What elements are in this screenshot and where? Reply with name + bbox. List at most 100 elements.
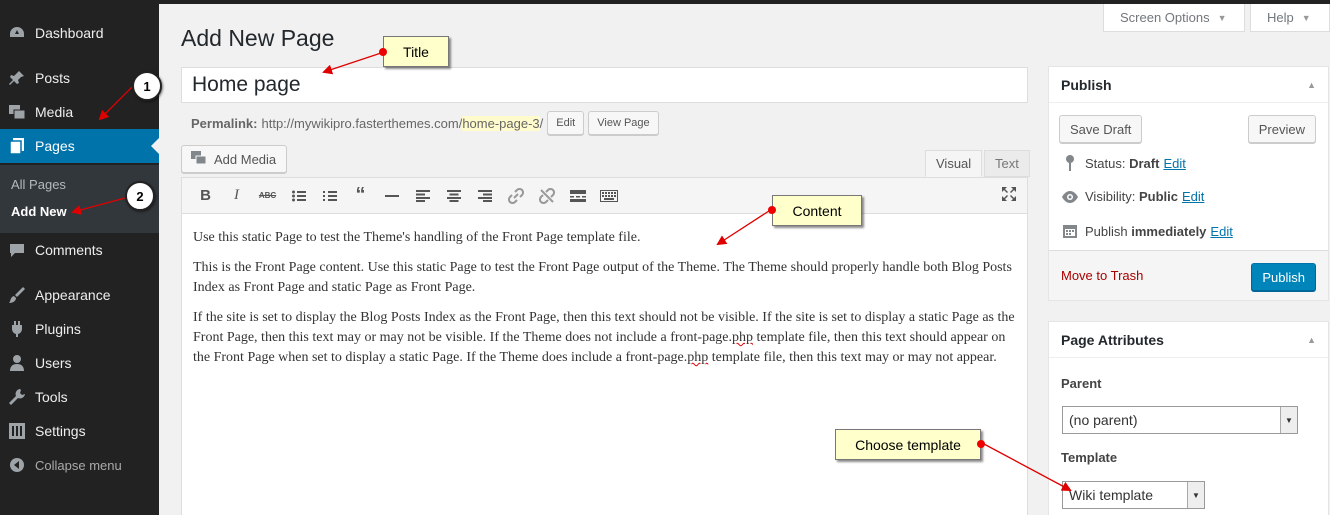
callout-label: Content [792,202,842,219]
blockquote-icon[interactable]: “ [345,182,376,210]
user-icon [8,354,26,372]
fullscreen-icon[interactable] [1001,186,1017,206]
align-left-icon[interactable] [407,182,438,210]
align-right-icon[interactable] [469,182,500,210]
brush-icon [8,286,26,304]
callout-title: Title [379,36,449,67]
sidebar-item-comments[interactable]: Comments [0,233,159,267]
sidebar-item-label: Posts [35,70,71,86]
tab-visual[interactable]: Visual [925,150,983,177]
add-media-label: Add Media [214,151,277,167]
help-button[interactable]: Help ▼ [1250,4,1330,32]
plugin-icon [8,320,26,338]
read-more-icon[interactable] [562,182,593,210]
sidebar-item-plugins[interactable]: Plugins [0,312,159,346]
move-to-trash-link[interactable]: Move to Trash [1061,268,1143,283]
callout-content: Content [768,195,862,226]
sidebar-item-label: Media [35,104,74,120]
numbered-list-icon[interactable] [314,182,345,210]
schedule-row: Publish immediately Edit [1061,223,1233,239]
sidebar-item-appearance[interactable]: Appearance [0,278,159,312]
parent-select[interactable]: (no parent) ▼ [1062,406,1298,434]
wrench-icon [8,388,26,406]
sidebar-item-label: Pages [35,138,75,154]
template-label: Template [1061,450,1118,465]
chevron-down-icon: ▼ [1187,482,1204,508]
paragraph-text: template file, then this text may or may… [708,350,997,365]
permalink-edit-button[interactable]: Edit [547,111,585,135]
content-paragraph-2: This is the Front Page content. Use this… [193,260,1012,295]
help-label: Help [1267,10,1294,25]
publish-box-title: Publish [1061,76,1112,93]
status-label: Status: [1085,155,1126,171]
visibility-value: Public [1138,189,1178,204]
sidebar-item-users[interactable]: Users [0,346,159,380]
unlink-icon[interactable] [531,182,562,210]
sidebar-item-dashboard[interactable]: Dashboard [0,16,159,50]
schedule-label: Publish [1085,223,1128,239]
link-icon[interactable] [500,182,531,210]
save-draft-button[interactable]: Save Draft [1059,115,1143,143]
visibility-edit-link[interactable]: Edit [1182,189,1204,204]
media-icon [8,103,26,121]
callout-label: Choose template [855,436,961,453]
parent-label: Parent [1061,376,1102,391]
collapse-toggle-icon[interactable]: ▲ [1307,335,1316,345]
sidebar-item-label: Plugins [35,321,81,337]
bold-icon[interactable]: B [190,182,221,210]
sidebar-item-label: Appearance [35,287,111,303]
visibility-row: Visibility: Public Edit [1061,189,1204,204]
collapse-icon [8,456,26,474]
calendar-icon [1061,223,1079,239]
sidebar-item-media[interactable]: Media [0,95,159,129]
bullet-list-icon[interactable] [283,182,314,210]
collapse-label: Collapse menu [35,457,122,473]
callout-label: Title [403,43,429,60]
title-input[interactable] [181,67,1028,103]
content-editor[interactable]: Use this static Page to test the Theme's… [181,214,1028,515]
toolbar-toggle-icon[interactable] [593,182,624,210]
publish-box-header[interactable]: Publish ▲ [1049,67,1328,103]
tab-text[interactable]: Text [984,150,1030,177]
sidebar-item-tools[interactable]: Tools [0,380,159,414]
status-edit-link[interactable]: Edit [1163,156,1185,171]
submenu-all-pages[interactable]: All Pages [11,177,66,192]
callout-choose-template: Choose template [835,429,985,460]
collapse-menu-button[interactable]: Collapse menu [0,448,159,482]
screen-options-button[interactable]: Screen Options ▼ [1103,4,1245,32]
strikethrough-icon[interactable]: ABC [252,182,283,210]
spelling-error: php [687,350,709,365]
sidebar-item-pages[interactable]: Pages [0,129,159,163]
add-media-button[interactable]: Add Media [181,145,288,173]
chevron-down-icon: ▼ [1280,407,1297,433]
preview-button[interactable]: Preview [1247,115,1316,143]
status-value: Draft [1129,155,1160,171]
parent-select-value: (no parent) [1069,412,1138,428]
collapse-toggle-icon[interactable]: ▲ [1307,80,1316,90]
italic-icon[interactable]: I [221,182,252,210]
permalink-label: Permalink: [191,115,258,131]
align-center-icon[interactable] [438,182,469,210]
view-page-button[interactable]: View Page [588,111,659,135]
caret-down-icon: ▼ [1217,12,1227,23]
submenu-add-new[interactable]: Add New [11,204,67,219]
permalink-slug[interactable]: home-page-3 [462,115,540,131]
page-attributes-title: Page Attributes [1061,331,1164,348]
sidebar-item-label: Dashboard [35,25,104,41]
pages-icon [8,137,26,155]
schedule-edit-link[interactable]: Edit [1210,224,1232,239]
sidebar-item-label: Settings [35,423,86,439]
status-row: Status: Draft Edit [1061,155,1186,171]
callout-dot [379,48,387,56]
permalink-base: http://mywikipro.fasterthemes.com/ [261,115,463,131]
content-paragraph-3: If the site is set to display the Blog P… [193,308,1015,368]
publish-actions: Move to Trash Publish [1049,250,1328,300]
callout-dot [768,206,776,214]
horizontal-line-icon[interactable] [376,182,407,210]
publish-button[interactable]: Publish [1251,263,1316,291]
template-select[interactable]: Wiki template ▼ [1062,481,1205,509]
pin-icon [8,69,26,87]
caret-down-icon: ▼ [1301,12,1311,23]
page-attributes-header[interactable]: Page Attributes ▲ [1049,322,1328,358]
sidebar-item-settings[interactable]: Settings [0,414,159,448]
